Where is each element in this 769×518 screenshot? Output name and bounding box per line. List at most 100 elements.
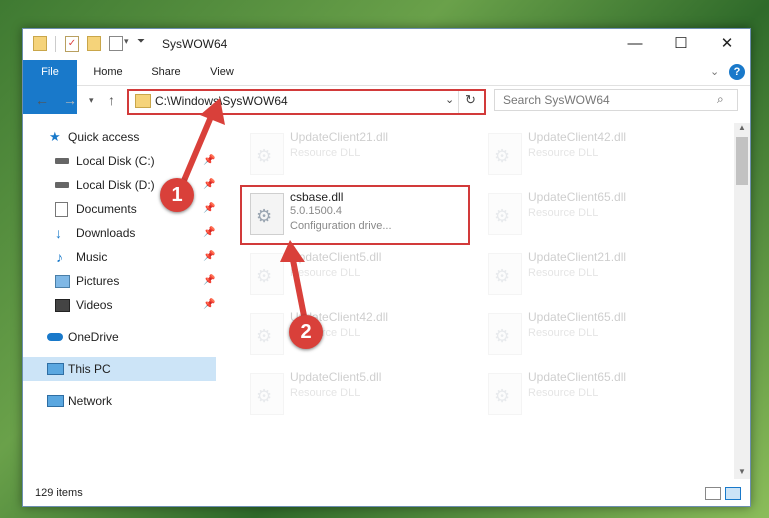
window-title: SysWOW64 <box>162 37 228 51</box>
pin-icon[interactable]: 📌 <box>203 221 215 245</box>
pin-icon[interactable]: 📌 <box>203 149 215 173</box>
chevron-down-icon[interactable]: ⌄ <box>445 93 454 106</box>
file-item[interactable]: ⚙ UpdateClient65.dll Resource DLL <box>476 305 706 359</box>
file-description: Resource DLL <box>528 267 599 279</box>
back-arrow-icon[interactable]: ← <box>35 92 49 108</box>
file-item[interactable]: ⚙ UpdateClient42.dll Resource DLL <box>238 305 468 359</box>
pictures-icon <box>55 275 70 288</box>
sidebar-item-pictures[interactable]: Pictures 📌 <box>23 269 216 293</box>
gear-icon: ⚙ <box>494 146 511 166</box>
file-list: ⚙ UpdateClient21.dll Resource DLL ⚙ csba… <box>230 123 730 477</box>
scroll-up-icon[interactable]: ▲ <box>738 123 746 132</box>
file-name: UpdateClient21.dll <box>528 250 627 264</box>
gear-icon: ⚙ <box>256 326 273 346</box>
download-icon: ↓ <box>55 225 62 241</box>
file-name: UpdateClient65.dll <box>528 310 627 324</box>
file-description: Resource DLL <box>528 387 599 399</box>
sidebar-item-videos[interactable]: Videos 📌 <box>23 293 216 317</box>
folder-icon[interactable] <box>33 36 47 51</box>
sidebar-item-downloads[interactable]: ↓ Downloads 📌 <box>23 221 216 245</box>
file-description: Resource DLL <box>290 147 361 159</box>
sidebar-item-label: OneDrive <box>68 330 119 344</box>
new-folder-icon[interactable] <box>87 36 101 51</box>
maximize-button[interactable]: ☐ <box>658 29 704 60</box>
file-description: Resource DLL <box>528 147 599 159</box>
folder-icon <box>135 94 151 108</box>
recent-locations-icon[interactable]: ▾ <box>89 95 94 106</box>
pin-icon[interactable]: 📌 <box>203 245 215 269</box>
scrollbar-thumb[interactable] <box>736 137 748 185</box>
sidebar-item-this-pc[interactable]: This PC <box>23 357 216 381</box>
expand-ribbon-icon[interactable]: ⌄ <box>710 65 719 78</box>
file-item[interactable]: ⚙ UpdateClient21.dll Resource DLL <box>238 125 468 179</box>
minimize-button[interactable]: — <box>612 29 658 60</box>
pin-icon[interactable]: 📌 <box>203 197 215 221</box>
pin-icon[interactable]: 📌 <box>203 293 215 317</box>
help-icon[interactable]: ? <box>729 64 745 80</box>
refresh-icon[interactable]: ↻ <box>465 92 476 108</box>
file-item[interactable]: ⚙ UpdateClient65.dll Resource DLL <box>476 365 706 419</box>
file-item[interactable]: ⚙ UpdateClient42.dll Resource DLL <box>476 125 706 179</box>
dll-file-icon: ⚙ <box>250 133 284 175</box>
tab-home[interactable]: Home <box>83 60 133 85</box>
file-item[interactable]: ⚙ UpdateClient5.dll Resource DLL <box>238 365 468 419</box>
forward-arrow-icon[interactable]: → <box>63 92 77 108</box>
documents-icon <box>55 202 68 217</box>
sidebar-item-network[interactable]: Network <box>23 389 216 413</box>
tab-share[interactable]: Share <box>141 60 191 85</box>
search-icon[interactable]: ⌕ <box>717 92 724 107</box>
pin-icon[interactable]: 📌 <box>203 269 215 293</box>
sidebar-item-label: Local Disk (C:) <box>76 154 155 168</box>
dll-file-icon: ⚙ <box>250 313 284 355</box>
step-1-badge: 1 <box>160 178 194 212</box>
scroll-down-icon[interactable]: ▼ <box>738 467 746 476</box>
star-icon: ★ <box>49 129 61 144</box>
gear-icon: ⚙ <box>494 386 511 406</box>
music-icon: ♪ <box>56 249 63 265</box>
large-icons-view-icon[interactable] <box>725 487 741 500</box>
tab-view[interactable]: View <box>197 60 247 85</box>
address-path[interactable]: C:\Windows\SysWOW64 <box>155 94 288 108</box>
search-input[interactable]: Search SysWOW64 <box>503 93 610 107</box>
file-item[interactable]: ⚙ UpdateClient65.dll Resource DLL <box>476 185 706 239</box>
customize-toolbar-icon[interactable]: ⏷ <box>137 36 145 52</box>
file-item[interactable]: ⚙ UpdateClient21.dll Resource DLL <box>476 245 706 299</box>
details-view-icon[interactable] <box>705 487 721 500</box>
address-row: ← → ▾ ↑ C:\Windows\SysWOW64 ⌄ ↻ Search S… <box>23 86 750 116</box>
vertical-scrollbar[interactable]: ▲ ▼ <box>734 123 750 479</box>
gear-icon: ⚙ <box>494 326 511 346</box>
sidebar-item-local-disk-c[interactable]: Local Disk (C:) 📌 <box>23 149 216 173</box>
dll-file-icon: ⚙ <box>488 313 522 355</box>
sidebar-item-label: Local Disk (D:) <box>76 178 155 192</box>
cloud-icon <box>47 333 63 341</box>
explorer-window: ✓ ▾ ⏷ SysWOW64 — ☐ ✕ File Home Share Vie… <box>22 28 751 507</box>
computer-icon <box>47 363 64 375</box>
dll-file-icon: ⚙ <box>488 373 522 415</box>
up-arrow-icon[interactable]: ↑ <box>108 92 115 108</box>
file-description: Resource DLL <box>528 327 599 339</box>
sidebar-item-music[interactable]: ♪ Music 📌 <box>23 245 216 269</box>
rename-icon[interactable] <box>109 36 123 51</box>
item-count: 129 items <box>35 487 83 499</box>
file-name: UpdateClient65.dll <box>528 190 627 204</box>
file-item[interactable]: ⚙ UpdateClient5.dll Resource DLL <box>238 245 468 299</box>
title-bar: ✓ ▾ ⏷ SysWOW64 — ☐ ✕ <box>23 29 750 60</box>
file-description: Resource DLL <box>290 387 361 399</box>
dll-file-icon: ⚙ <box>488 133 522 175</box>
address-bar[interactable]: C:\Windows\SysWOW64 ⌄ ↻ <box>127 89 486 115</box>
highlight-box <box>240 185 470 245</box>
gear-icon: ⚙ <box>256 266 273 286</box>
gear-icon: ⚙ <box>494 266 511 286</box>
close-button[interactable]: ✕ <box>704 29 750 60</box>
sidebar-item-quick-access[interactable]: ★ Quick access <box>23 125 216 149</box>
sidebar-item-label: Network <box>68 394 113 408</box>
dropdown-icon[interactable]: ▾ <box>124 36 129 52</box>
properties-icon[interactable]: ✓ <box>65 36 79 52</box>
pin-icon[interactable]: 📌 <box>203 173 215 197</box>
gear-icon: ⚙ <box>494 206 511 226</box>
search-box[interactable]: Search SysWOW64 ⌕ <box>494 89 738 111</box>
sidebar-item-onedrive[interactable]: OneDrive <box>23 325 216 349</box>
file-description: Resource DLL <box>290 267 361 279</box>
status-bar: 129 items <box>23 481 750 505</box>
sidebar-item-label: Videos <box>76 298 113 312</box>
